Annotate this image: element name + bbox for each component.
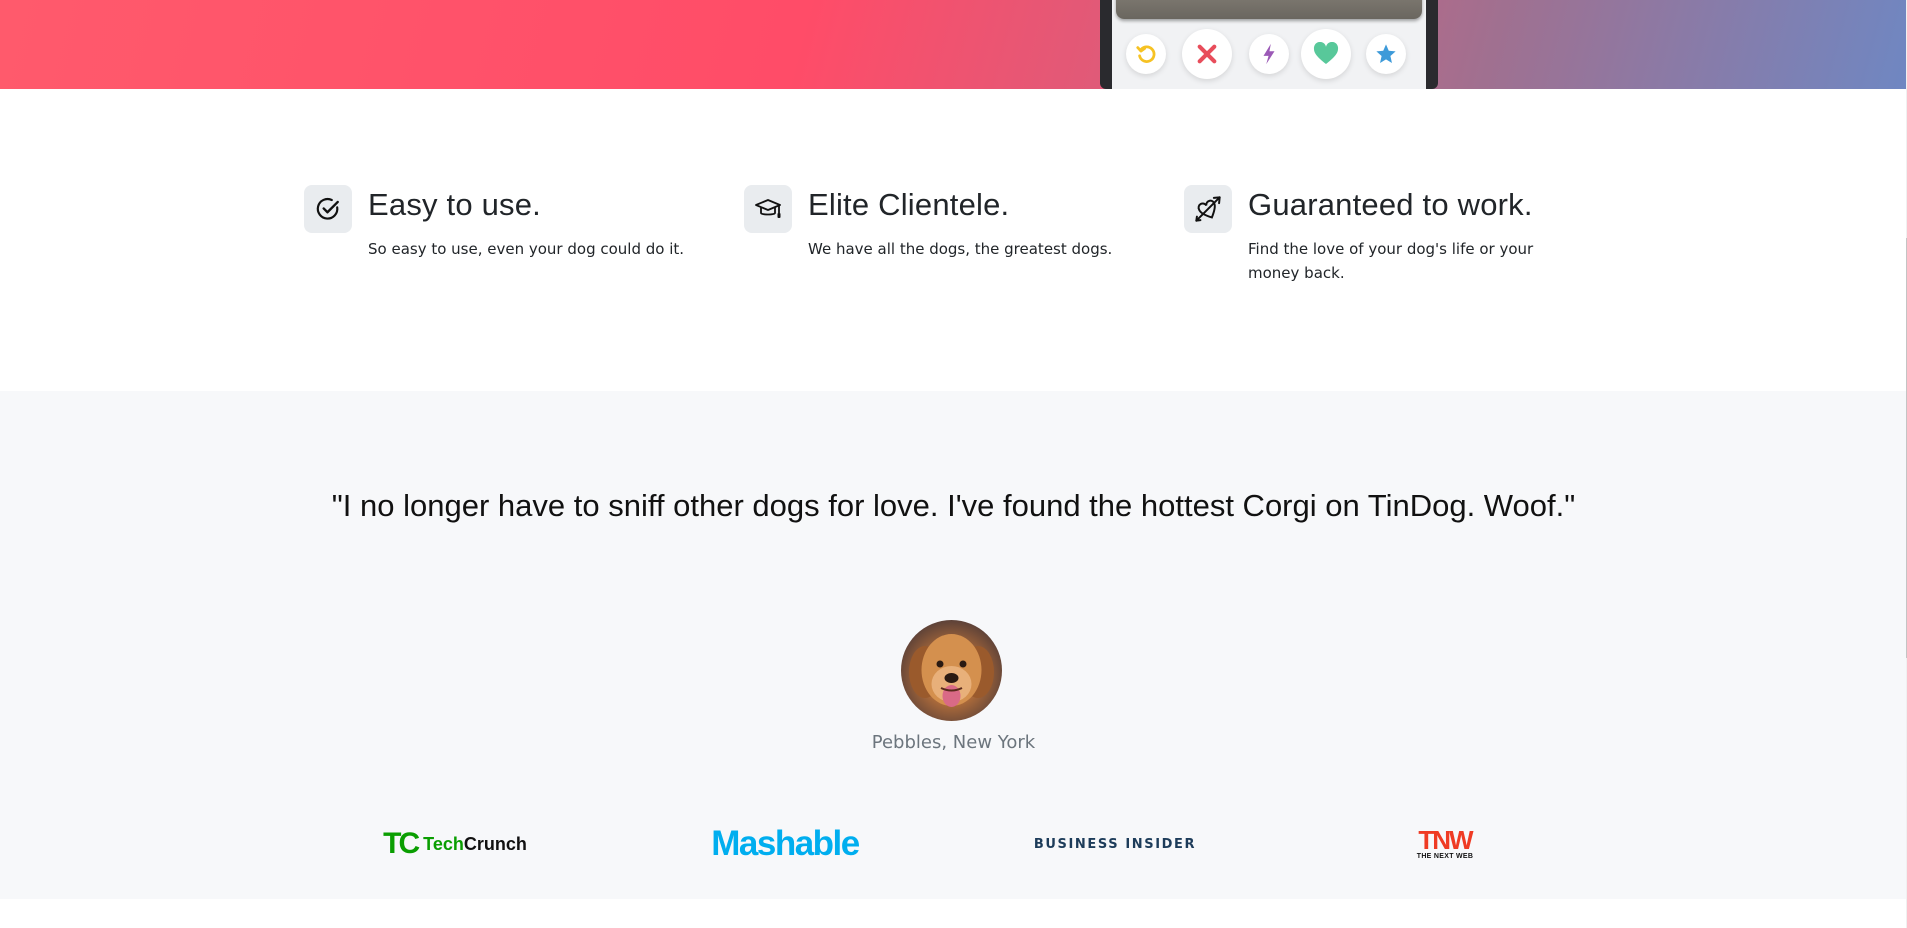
profile-photo [1116, 0, 1422, 19]
feature-text: So easy to use, even your dog could do i… [368, 240, 685, 258]
feature-title: Easy to use. [368, 187, 541, 222]
mortarboard-icon [755, 199, 781, 218]
tnw-mark: TNW [1418, 824, 1473, 855]
lightning-icon [1263, 43, 1275, 65]
rewind-button[interactable] [1126, 34, 1166, 74]
feature-easy-to-use: Easy to use. So easy to use, even your d… [304, 185, 704, 295]
hero-section [0, 0, 1907, 89]
rewind-icon [1136, 45, 1156, 63]
phone-screen [1112, 0, 1426, 89]
dog-face-image [909, 634, 994, 707]
close-icon [1197, 44, 1217, 64]
star-icon [1376, 44, 1396, 63]
techcrunch-mark: TC [383, 827, 420, 860]
testimonial-section: "I no longer have to sniff other dogs fo… [0, 391, 1907, 899]
boost-button[interactable] [1249, 34, 1289, 74]
techcrunch-logo: TC TechCrunch [370, 824, 540, 864]
super-like-button[interactable] [1366, 34, 1406, 74]
tnw-tagline: THE NEXT WEB [1416, 852, 1474, 860]
phone-mockup [1100, 0, 1438, 89]
swipe-actions [1112, 29, 1426, 88]
heart-arrow-icon [1195, 196, 1221, 222]
techcrunch-wordmark: TechCrunch [423, 833, 527, 854]
check-circle-icon [316, 197, 339, 220]
tnw-logo: TNW THE NEXT WEB [1405, 824, 1485, 864]
feature-icon-box [1184, 185, 1232, 233]
feature-title: Elite Clientele. [808, 187, 1010, 222]
mashable-logo: Mashable [711, 824, 860, 863]
heart-icon [1313, 42, 1339, 64]
feature-title: Guaranteed to work. [1248, 187, 1533, 222]
feature-text: Find the love of your dog's life or your… [1248, 240, 1534, 282]
feature-icon-box [744, 185, 792, 233]
nope-button[interactable] [1182, 29, 1232, 79]
testimonial-author: Pebbles, New York [871, 732, 1036, 753]
like-button[interactable] [1301, 29, 1351, 79]
testimonial-quote: "I no longer have to sniff other dogs fo… [331, 488, 1576, 523]
dog-avatar [901, 620, 1002, 721]
feature-text: We have all the dogs, the greatest dogs. [808, 240, 1113, 258]
feature-elite-clientele: Elite Clientele. We have all the dogs, t… [744, 185, 1144, 295]
features-section: Easy to use. So easy to use, even your d… [0, 89, 1907, 391]
feature-guaranteed: Guaranteed to work. Find the love of you… [1184, 185, 1584, 295]
business-insider-logo: BUSINESS INSIDER [1033, 836, 1197, 852]
feature-icon-box [304, 185, 352, 233]
